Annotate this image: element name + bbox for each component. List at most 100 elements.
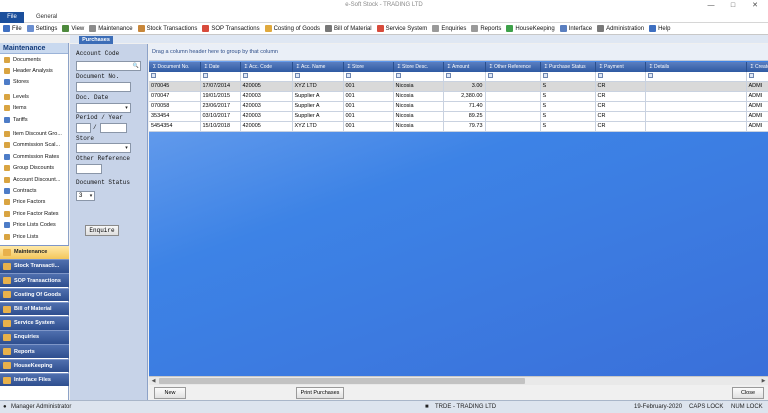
tab-general[interactable]: General — [30, 12, 63, 23]
scroll-right-icon[interactable]: ▶ — [759, 377, 768, 385]
nav-group-service-system[interactable]: Service System — [0, 316, 69, 330]
menu-reports[interactable]: Reports — [471, 25, 501, 32]
maximize-icon[interactable]: □ — [722, 0, 744, 11]
column-filter-cell[interactable] — [540, 72, 596, 82]
column-filter-cell[interactable] — [595, 72, 646, 82]
minimize-icon[interactable]: — — [700, 0, 722, 11]
column-header[interactable]: Σ Store Desc. — [393, 62, 444, 72]
close-icon[interactable]: ✕ — [744, 0, 766, 11]
nav-item-levels[interactable]: Levels — [0, 91, 68, 102]
store-select[interactable]: ▾ — [76, 143, 131, 153]
column-filter-cell[interactable] — [240, 72, 293, 82]
nav-item-price-lists-codes[interactable]: Price Lists Codes — [0, 219, 68, 230]
nav-item-items[interactable]: Items — [0, 103, 68, 114]
filter-icon[interactable] — [445, 73, 451, 79]
column-header[interactable]: Σ Date — [200, 62, 241, 72]
filter-icon[interactable] — [242, 73, 248, 79]
column-filter-cell[interactable] — [746, 72, 768, 82]
nav-group-stock-transacti[interactable]: Stock Transacti... — [0, 259, 69, 273]
nav-item-account-discount[interactable]: Account Discount... — [0, 174, 68, 185]
nav-item-group-discounts[interactable]: Group Discounts — [0, 163, 68, 174]
nav-group-costing-of-goods[interactable]: Costing Of Goods — [0, 287, 69, 302]
column-header[interactable]: Σ Other Reference — [485, 62, 541, 72]
table-row[interactable]: 070045 17/07/2014 420005 XYZ LTD 001 Nicosia 3… — [149, 81, 768, 92]
column-filter-cell[interactable] — [393, 72, 444, 82]
filter-icon[interactable] — [597, 73, 603, 79]
menu-interface[interactable]: Interface — [559, 25, 592, 32]
doc-date-input[interactable]: ▾ — [76, 103, 131, 113]
filter-icon[interactable] — [395, 73, 401, 79]
column-header[interactable]: Σ Amount — [443, 62, 486, 72]
nav-item-header-analysis[interactable]: Header Analysis — [0, 65, 68, 76]
column-header[interactable]: Σ Store — [343, 62, 394, 72]
group-by-hint[interactable]: Drag a column header here to group by th… — [149, 44, 768, 61]
enquire-button[interactable]: Enquire — [85, 225, 119, 236]
nav-group-maintenance[interactable]: Maintenance — [0, 245, 69, 259]
menu-bill-of-material[interactable]: Bill of Material — [324, 25, 372, 32]
chevron-down-icon[interactable]: ▾ — [123, 104, 130, 112]
nav-group-reports[interactable]: Reports — [0, 344, 69, 358]
other-reference-input[interactable] — [76, 164, 102, 174]
document-no-input[interactable] — [76, 82, 131, 92]
nav-item-contracts[interactable]: Contracts — [0, 185, 68, 196]
close-button[interactable]: Close — [732, 387, 764, 399]
nav-item-tariffs[interactable]: Tariffs — [0, 114, 68, 125]
search-icon[interactable]: 🔍 — [132, 62, 140, 70]
column-header[interactable]: Σ Details — [645, 62, 747, 72]
menu-costing-of-goods[interactable]: Costing of Goods — [264, 25, 320, 32]
chevron-down-icon[interactable]: ▾ — [88, 192, 94, 200]
column-header[interactable]: Σ Document No. — [149, 62, 201, 72]
table-row[interactable]: 353454 03/10/2017 420003 Supplier A 001 Nicos… — [149, 111, 768, 122]
filter-icon[interactable] — [542, 73, 548, 79]
column-filter-cell[interactable] — [485, 72, 541, 82]
filter-icon[interactable] — [345, 73, 351, 79]
nav-item-commission-scal[interactable]: Commission Scal... — [0, 140, 68, 151]
nav-item-price-factors[interactable]: Price Factors — [0, 197, 68, 208]
menu-settings[interactable]: Settings — [26, 25, 57, 32]
column-header[interactable]: Σ Acc. Name — [292, 62, 344, 72]
account-code-input[interactable]: 🔍 — [76, 61, 141, 71]
filter-icon[interactable] — [647, 73, 653, 79]
column-header[interactable]: Σ Acc. Code — [240, 62, 293, 72]
nav-group-interface-files[interactable]: Interface Files — [0, 372, 69, 387]
filter-icon[interactable] — [487, 73, 493, 79]
column-header[interactable]: Σ Created — [746, 62, 768, 72]
print-purchases-button[interactable]: Print Purchases — [296, 387, 344, 399]
tab-purchases[interactable]: Purchases — [79, 36, 113, 44]
menu-file[interactable]: File — [3, 25, 22, 32]
column-filter-cell[interactable] — [443, 72, 486, 82]
menu-housekeeping[interactable]: HouseKeeping — [506, 25, 555, 32]
table-row[interactable]: 070047 19/01/2015 420003 Supplier A 001 Nicos… — [149, 91, 768, 102]
scroll-left-icon[interactable]: ◀ — [149, 377, 158, 385]
column-filter-cell[interactable] — [292, 72, 344, 82]
table-row[interactable]: 070058 23/06/2017 420003 Supplier A 001 Nicos… — [149, 101, 768, 112]
menu-service-system[interactable]: Service System — [376, 25, 427, 32]
table-row[interactable]: 5454354 15/10/2018 420005 XYZ LTD 001 Nicosia… — [149, 121, 768, 132]
column-filter-cell[interactable] — [645, 72, 747, 82]
column-header[interactable]: Σ Payment — [595, 62, 646, 72]
menu-stock-transactions[interactable]: Stock Transactions — [137, 25, 197, 32]
year-input[interactable] — [100, 123, 127, 133]
nav-item-item-discount-gro[interactable]: Item Discount Gro... — [0, 128, 68, 139]
column-filter-cell[interactable] — [343, 72, 394, 82]
period-input[interactable] — [76, 123, 91, 133]
nav-group-sop-transactions[interactable]: SOP Transactions — [0, 273, 69, 287]
scrollbar-thumb[interactable] — [159, 378, 525, 384]
column-header[interactable]: Σ Purchase Status — [540, 62, 596, 72]
menu-maintenance[interactable]: Maintenance — [89, 25, 133, 32]
nav-item-documents[interactable]: Documents — [0, 54, 68, 65]
menu-sop-transactions[interactable]: SOP Transactions — [202, 25, 260, 32]
tab-file[interactable]: File — [0, 12, 24, 23]
filter-icon[interactable] — [151, 73, 156, 79]
horizontal-scrollbar[interactable]: ◀ ▶ — [149, 376, 768, 385]
column-filter-cell[interactable] — [200, 72, 241, 82]
nav-item-price-factor-rates[interactable]: Price Factor Rates — [0, 208, 68, 219]
menu-administration[interactable]: Administration — [597, 25, 644, 32]
nav-group-housekeeping[interactable]: HouseKeeping — [0, 358, 69, 373]
menu-enquiries[interactable]: Enquiries — [432, 25, 466, 32]
new-button[interactable]: New — [154, 387, 186, 399]
menu-help[interactable]: Help — [649, 25, 670, 32]
filter-icon[interactable] — [294, 73, 300, 79]
nav-item-commission-rates[interactable]: Commission Rates — [0, 151, 68, 162]
chevron-down-icon[interactable]: ▾ — [123, 144, 130, 152]
